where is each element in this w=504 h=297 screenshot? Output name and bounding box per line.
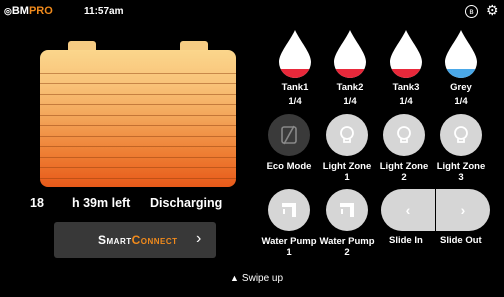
battery-time-left: h 39m left (72, 196, 131, 210)
battery-segment-line (40, 83, 236, 84)
tank-level: 1/4 (454, 96, 468, 107)
tank-level: 1/4 (343, 96, 357, 107)
eco-mode-button[interactable]: Eco Mode (261, 114, 317, 172)
tank-name: Grey (450, 82, 472, 93)
caret-up-icon: ▲ (230, 273, 239, 283)
slide-out-button[interactable]: › (436, 189, 490, 231)
chevron-right-icon: › (196, 230, 202, 247)
battery-segment-line (40, 104, 236, 105)
bluetooth-icon[interactable]: ʙ (465, 5, 478, 18)
status-bar: ◎BMPRO 11:57am ʙ ⚙ (0, 0, 504, 24)
light-zone-1-button[interactable]: Light Zone 1 (319, 114, 375, 183)
slide-control: ‹ › (381, 189, 491, 231)
battery-gauge[interactable] (40, 41, 236, 187)
smartconnect-label: SmartConnect (98, 233, 178, 247)
battery-segment-line (40, 167, 236, 168)
water-pump-1-button[interactable]: Water Pump 1 (261, 189, 317, 258)
battery-segment-line (40, 93, 236, 95)
slide-in-label: Slide In (389, 235, 423, 246)
light-zone-2-toggle[interactable] (383, 114, 425, 156)
chevron-left-icon: ‹ (405, 202, 411, 218)
water-drop-icon (334, 30, 366, 78)
tank-3[interactable]: Tank3 1/4 (378, 29, 434, 107)
gear-icon[interactable]: ⚙ (486, 3, 499, 17)
clock: 11:57am (84, 6, 124, 17)
light-zone-3-button[interactable]: Light Zone 3 (433, 114, 489, 183)
lightbulb-icon (397, 126, 411, 143)
tank-2[interactable]: Tank2 1/4 (322, 29, 378, 107)
chevron-right-icon: › (460, 202, 466, 218)
battery-segment-line (40, 114, 236, 116)
tank-1[interactable]: Tank1 1/4 (267, 29, 323, 107)
light-zone-3-toggle[interactable] (440, 114, 482, 156)
battery-segment-line (40, 177, 236, 179)
bmpro-logo: ◎BMPRO (4, 5, 53, 17)
light-zone-1-toggle[interactable] (326, 114, 368, 156)
smartconnect-button[interactable]: SmartConnect › (54, 222, 216, 258)
battery-state: Discharging (150, 196, 223, 210)
water-pump-2-label: Water Pump 2 (319, 236, 375, 258)
slide-in-button[interactable]: ‹ (381, 189, 435, 231)
light-zone-1-label: Light Zone 1 (322, 161, 372, 183)
tank-level: 1/4 (288, 96, 302, 107)
battery-segment-line (40, 72, 236, 74)
tap-icon (282, 203, 296, 217)
tank-grey[interactable]: Grey 1/4 (433, 29, 489, 107)
slide-out-label: Slide Out (440, 235, 482, 246)
water-pump-1-toggle[interactable] (268, 189, 310, 231)
water-pump-2-toggle[interactable] (326, 189, 368, 231)
tank-name: Tank1 (281, 82, 309, 93)
water-drop-icon (445, 30, 477, 78)
swipe-up-hint[interactable]: ▲ Swipe up (230, 273, 283, 284)
water-drop-icon (279, 30, 311, 78)
lightbulb-icon (454, 126, 468, 143)
battery-segment-line (40, 146, 236, 147)
water-pump-1-label: Water Pump 1 (261, 236, 317, 258)
tap-icon (340, 203, 354, 217)
battery-body (40, 50, 236, 187)
light-zone-3-label: Light Zone 3 (436, 161, 486, 183)
tank-name: Tank3 (392, 82, 420, 93)
battery-segment-line (40, 125, 236, 126)
light-zone-2-label: Light Zone 2 (379, 161, 429, 183)
light-zone-2-button[interactable]: Light Zone 2 (376, 114, 432, 183)
water-pump-2-button[interactable]: Water Pump 2 (319, 189, 375, 258)
battery-segment-line (40, 156, 236, 158)
eco-mode-toggle[interactable] (268, 114, 310, 156)
eco-off-icon (281, 125, 297, 145)
tank-name: Tank2 (336, 82, 364, 93)
lightbulb-icon (340, 126, 354, 143)
battery-segment-line (40, 135, 236, 137)
tank-level: 1/4 (399, 96, 413, 107)
water-drop-icon (390, 30, 422, 78)
eco-mode-label: Eco Mode (266, 161, 312, 172)
battery-value: 18 (30, 196, 44, 210)
